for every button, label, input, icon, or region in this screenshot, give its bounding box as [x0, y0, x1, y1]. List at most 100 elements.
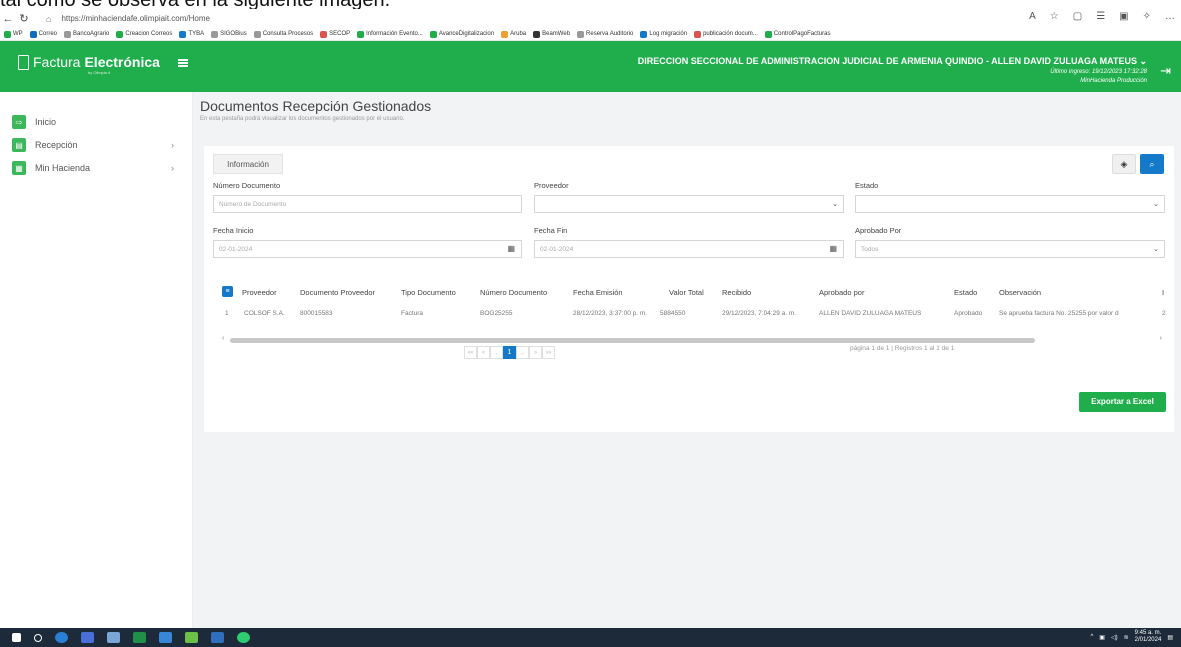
scrollbar-thumb[interactable] — [230, 338, 1035, 343]
col-numero-documento[interactable]: Número Documento — [480, 288, 547, 297]
cell-fecha-emision: 28/12/2023, 3:37:00 p. m. — [573, 310, 648, 317]
teams-icon[interactable] — [81, 632, 94, 643]
sidebar-item-recepcion[interactable]: ▤ Recepción › — [12, 137, 182, 153]
reload-icon[interactable]: ↻ — [16, 12, 32, 25]
page-dots-left[interactable]: ... — [490, 346, 503, 359]
clock[interactable]: 9:45 a. m. 2/01/2024 — [1135, 630, 1162, 644]
back-icon[interactable]: ← — [0, 13, 16, 25]
sidebar-item-min-hacienda[interactable]: ▦ Min Hacienda › — [12, 160, 182, 176]
favorite-item[interactable]: BancoAgrario — [64, 30, 109, 38]
bookmark-icon — [764, 30, 772, 38]
favorite-item[interactable]: Aruba — [501, 30, 526, 38]
bookmark-icon — [694, 30, 702, 38]
export-excel-button[interactable]: Exportar a Excel — [1079, 392, 1166, 412]
calendar-icon[interactable]: ▦ — [829, 244, 837, 253]
col-observacion[interactable]: Observación — [999, 288, 1041, 297]
favorite-item[interactable]: Correo — [29, 30, 57, 38]
col-valor-total[interactable]: Valor Total — [669, 288, 704, 297]
favorite-item[interactable]: publicación docum... — [694, 30, 758, 38]
aprobado-por-select[interactable]: Todos ⌄ — [855, 240, 1165, 258]
calendar-icon[interactable]: ▦ — [507, 244, 515, 253]
user-entity-title[interactable]: DIRECCION SECCIONAL DE ADMINISTRACION JU… — [638, 56, 1147, 67]
logout-icon[interactable]: ⇥ — [1160, 63, 1171, 79]
edge-icon[interactable] — [55, 632, 68, 643]
horizontal-scrollbar[interactable]: ‹ › — [222, 335, 1162, 344]
search-button[interactable]: ⌕ — [1140, 154, 1164, 174]
whatsapp-icon[interactable] — [237, 632, 250, 643]
extensions-icon[interactable]: ✧ — [1143, 11, 1151, 22]
col-proveedor[interactable]: Proveedor — [242, 288, 277, 297]
favorite-item[interactable]: WP — [4, 30, 23, 38]
more-icon[interactable]: … — [1165, 11, 1175, 22]
bookmark-icon — [4, 30, 11, 38]
favorite-item[interactable]: Creacion Correos — [116, 30, 172, 38]
app-icon[interactable] — [107, 632, 120, 643]
tab-informacion[interactable]: Información — [213, 154, 283, 174]
bookmark-icon — [116, 30, 124, 38]
page-dots-right[interactable]: ... — [516, 346, 529, 359]
wifi-icon[interactable]: ≋ — [1124, 634, 1129, 641]
clear-filters-button[interactable]: ◈ — [1112, 154, 1136, 174]
fecha-inicio-input[interactable]: 02-01-2024 ▦ — [213, 240, 522, 258]
col-aprobado-por[interactable]: Aprobado por — [819, 288, 864, 297]
search-icon[interactable] — [34, 633, 42, 642]
collections-icon[interactable]: ▣ — [1119, 11, 1128, 22]
favorite-item[interactable]: SECOP — [320, 30, 350, 38]
notepad-icon[interactable] — [185, 632, 198, 643]
scroll-right-icon[interactable]: › — [1160, 335, 1162, 342]
read-aloud-icon[interactable]: A — [1029, 11, 1036, 22]
favorite-item[interactable]: AvanceDigitalizacion — [429, 30, 494, 38]
favorite-item[interactable]: SIGOBius — [211, 30, 247, 38]
cut-caption: tal como se observa en la siguiente imag… — [0, 0, 1181, 9]
eraser-icon: ◈ — [1120, 159, 1128, 169]
estado-label: Estado — [855, 181, 879, 190]
split-screen-icon[interactable]: ▢ — [1073, 11, 1082, 22]
col-truncated[interactable]: I — [1162, 288, 1164, 297]
cell-documento-proveedor: 800015583 — [300, 310, 333, 317]
favorite-item[interactable]: TYBA — [179, 30, 204, 38]
scroll-left-icon[interactable]: ‹ — [222, 335, 224, 342]
favorite-star-icon[interactable]: ☆ — [1050, 11, 1059, 22]
favorite-item[interactable]: Consulta Procesos — [253, 30, 313, 38]
favorite-item[interactable]: ControlPagoFacturas — [764, 30, 830, 38]
col-fecha-emision[interactable]: Fecha Emisión — [573, 288, 623, 297]
numero-documento-input[interactable]: Número de Documento — [213, 195, 522, 213]
notifications-icon[interactable]: ▤ — [1167, 634, 1173, 641]
windows-start-icon[interactable] — [12, 633, 21, 642]
outlook-icon[interactable] — [211, 632, 224, 643]
favorite-item[interactable]: BeamWeb — [533, 30, 570, 38]
page-last-button[interactable]: >> — [542, 346, 555, 359]
page-current-button[interactable]: 1 — [503, 346, 516, 359]
estado-select[interactable]: ⌄ — [855, 195, 1165, 213]
fecha-fin-input[interactable]: 02-01-2024 ▦ — [534, 240, 844, 258]
col-tipo-documento[interactable]: Tipo Documento — [401, 288, 456, 297]
file-explorer-icon[interactable] — [159, 632, 172, 643]
volume-icon[interactable]: ◁) — [1111, 634, 1118, 641]
favorite-item[interactable]: Log migración — [640, 30, 687, 38]
system-tray: ^ ▣ ◁) ≋ 9:45 a. m. 2/01/2024 ▤ — [1090, 630, 1173, 644]
column-toggle-icon[interactable]: ≡ — [222, 286, 233, 297]
row-index: 1 — [225, 310, 229, 317]
favorite-item[interactable]: Información Evento... — [357, 30, 423, 38]
bookmark-icon — [533, 30, 541, 38]
favorite-item[interactable]: Reserva Auditorio — [577, 30, 633, 38]
col-estado[interactable]: Estado — [954, 288, 977, 297]
page-next-button[interactable]: > — [529, 346, 542, 359]
cell-tipo-documento: Factura — [401, 310, 424, 317]
network-icon[interactable]: ▣ — [1099, 634, 1105, 641]
proveedor-select[interactable]: ⌄ — [534, 195, 844, 213]
sidebar-item-inicio[interactable]: ⇨ Inicio — [12, 114, 182, 130]
app-logo[interactable]: Factura Electrónica by Olimpia it — [18, 54, 160, 75]
page-first-button[interactable]: << — [464, 346, 477, 359]
col-recibido[interactable]: Recibido — [722, 288, 751, 297]
menu-toggle-icon[interactable] — [178, 59, 188, 67]
tray-chevron-icon[interactable]: ^ — [1090, 634, 1093, 640]
col-documento-proveedor[interactable]: Documento Proveedor — [300, 288, 375, 297]
sidebar: ⇨ Inicio ▤ Recepción › ▦ Min Hacienda › — [0, 92, 193, 628]
excel-icon[interactable] — [133, 632, 146, 643]
bookmark-icon — [429, 30, 437, 38]
url-field[interactable]: https://minhaciendafe.olimpiait.com/Home — [61, 14, 210, 23]
chevron-right-icon: › — [171, 140, 174, 150]
page-prev-button[interactable]: < — [477, 346, 490, 359]
favorites-icon[interactable]: ☰ — [1096, 11, 1105, 22]
